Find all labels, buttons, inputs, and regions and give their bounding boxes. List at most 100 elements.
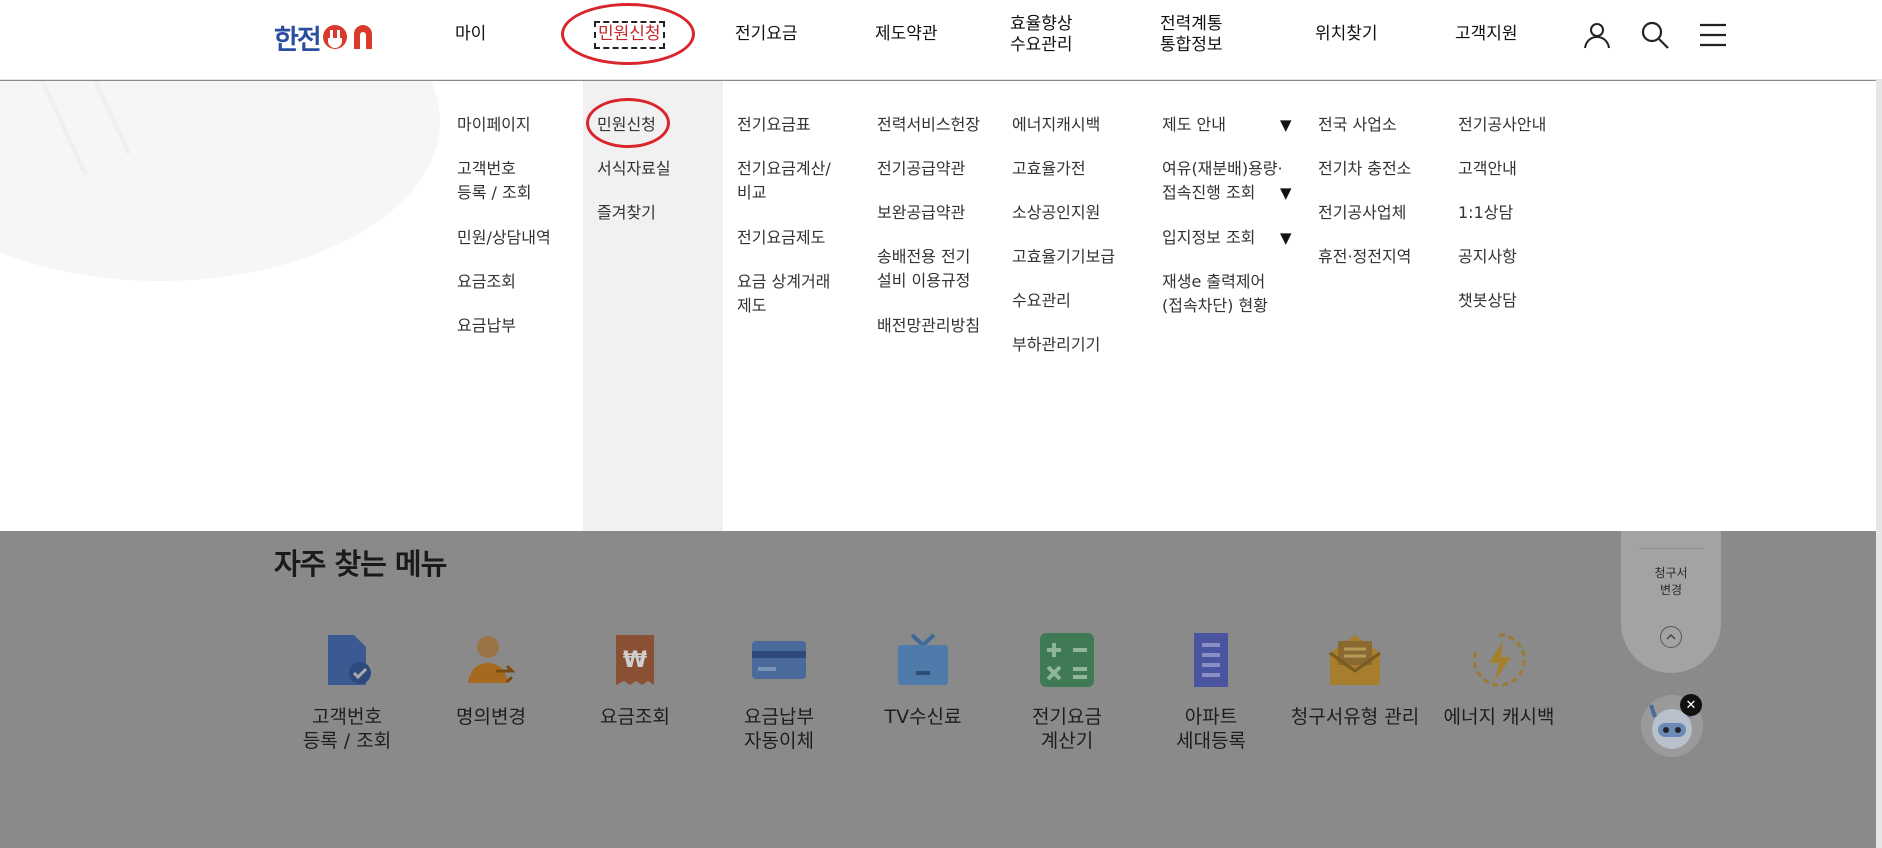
quick-item-label: TV수신료	[884, 706, 962, 728]
quick-item-label: 청구서유형 관리	[1290, 706, 1420, 728]
energy-bolt-icon	[1472, 633, 1526, 687]
expand-arrow-icon[interactable]: ▼	[1280, 229, 1292, 247]
quick-item-label: 고객번호 등록 / 조회	[302, 706, 392, 752]
quick-item-label: 요금납부 자동이체	[744, 706, 814, 752]
menu-efficient-appliances[interactable]: 고효율가전	[1012, 157, 1086, 181]
nav-efficiency-label: 효율향상 수요관리	[1010, 13, 1073, 55]
menu-transmission-rules[interactable]: 송배전용 전기 설비 이용규정	[877, 245, 970, 293]
nav-terms-label: 제도약관	[875, 24, 938, 45]
nav-civil-request[interactable]: 민원신청	[594, 0, 665, 70]
quick-item-bill-inquiry[interactable]: ₩ 요금조회	[565, 631, 705, 729]
quick-item-energy-cashback[interactable]: 에너지 캐시백	[1429, 631, 1569, 729]
menu-load-devices[interactable]: 부하관리기기	[1012, 333, 1100, 357]
nav-electric-rate[interactable]: 전기요금	[735, 0, 798, 70]
user-icon[interactable]	[1580, 18, 1614, 52]
menu-efficient-devices[interactable]: 고효율기기보급	[1012, 245, 1115, 269]
credit-card-icon	[752, 641, 806, 679]
hamburger-menu-icon[interactable]	[1696, 18, 1730, 52]
menu-rate-table[interactable]: 전기요금표	[737, 113, 811, 137]
menu-small-business[interactable]: 소상공인지원	[1012, 201, 1100, 225]
menu-offices[interactable]: 전국 사업소	[1318, 113, 1397, 137]
quick-item-label: 에너지 캐시백	[1443, 706, 1555, 728]
menu-forms-library[interactable]: 서식자료실	[597, 157, 671, 181]
menu-rate-system[interactable]: 전기요금제도	[737, 226, 825, 250]
menu-curtailment-status[interactable]: 재생e 출력제어 (접속차단) 현황	[1162, 270, 1268, 318]
menu-energy-cashback[interactable]: 에너지캐시백	[1012, 113, 1100, 137]
quick-item-auto-payment[interactable]: 요금납부 자동이체	[709, 631, 849, 753]
nav-terms[interactable]: 제도약관	[875, 0, 938, 70]
quick-item-customer-number[interactable]: 고객번호 등록 / 조회	[277, 631, 417, 753]
logo-text-ko: 한전	[274, 24, 322, 56]
quick-item-label: 아파트 세대등록	[1176, 706, 1246, 752]
quick-menu-title: 자주 찾는 메뉴	[274, 547, 447, 581]
kepco-on-logo[interactable]: 한전	[274, 21, 402, 56]
mega-menu-panel: 마이페이지 고객번호 등록 / 조회 민원/상담내역 요금조회 요금납부 민원신…	[0, 81, 1876, 531]
nav-my[interactable]: 마이	[455, 0, 486, 70]
menu-one-on-one[interactable]: 1:1상담	[1458, 201, 1513, 225]
svg-text:₩: ₩	[623, 648, 647, 673]
logo-on-icon	[322, 25, 372, 49]
expand-arrow-icon[interactable]: ▼	[1280, 116, 1292, 134]
menu-customer-number[interactable]: 고객번호 등록 / 조회	[457, 157, 531, 205]
close-icon[interactable]: ✕	[1680, 694, 1702, 716]
menu-favorites[interactable]: 즐겨찾기	[597, 201, 656, 225]
apartment-icon	[1194, 633, 1228, 687]
nav-location-label: 위치찾기	[1315, 24, 1378, 45]
page-scrollbar[interactable]	[1876, 0, 1882, 848]
quick-item-label: 전기요금 계산기	[1032, 706, 1102, 752]
menu-distribution-policy[interactable]: 배전망관리방침	[877, 314, 980, 338]
nav-customer-support[interactable]: 고객지원	[1455, 0, 1518, 70]
menu-site-info[interactable]: 입지정보 조회	[1162, 226, 1255, 250]
document-check-icon	[328, 635, 371, 685]
tv-icon	[898, 633, 948, 685]
expand-arrow-icon[interactable]: ▼	[1280, 184, 1292, 202]
menu-customer-guide[interactable]: 고객안내	[1458, 157, 1517, 181]
active-column-background	[583, 81, 723, 531]
top-header: 한전 마이 민원신청 전기요금 제도약관 효율향상 수요관리 전력계통 통합정보…	[0, 0, 1882, 80]
menu-outage-areas[interactable]: 휴전·정전지역	[1318, 245, 1411, 269]
nav-efficiency[interactable]: 효율향상 수요관리	[1010, 0, 1073, 70]
menu-construction-guide[interactable]: 전기공사안내	[1458, 113, 1546, 137]
menu-chatbot[interactable]: 챗봇상담	[1458, 289, 1517, 313]
nav-my-label: 마이	[455, 24, 487, 45]
menu-notices[interactable]: 공지사항	[1458, 245, 1517, 269]
quick-item-label: 명의변경	[456, 706, 526, 728]
menu-demand-management[interactable]: 수요관리	[1012, 289, 1071, 313]
menu-bill-inquiry[interactable]: 요금조회	[457, 270, 516, 294]
nav-customer-support-label: 고객지원	[1455, 24, 1518, 45]
menu-service-charter[interactable]: 전력서비스헌장	[877, 113, 980, 137]
scroll-top-icon[interactable]	[1660, 626, 1682, 648]
bill-change-button[interactable]: 청구서 변경	[1621, 565, 1721, 599]
menu-system-guide[interactable]: 제도 안내	[1162, 113, 1226, 137]
quick-item-name-change[interactable]: 명의변경	[421, 631, 561, 729]
menu-civil-history[interactable]: 민원/상담내역	[457, 226, 551, 250]
nav-location[interactable]: 위치찾기	[1315, 0, 1378, 70]
menu-supply-terms[interactable]: 전기공급약관	[877, 157, 965, 181]
person-transfer-icon	[468, 636, 516, 684]
menu-supplementary-terms[interactable]: 보완공급약관	[877, 201, 965, 225]
nav-electric-rate-label: 전기요금	[735, 24, 798, 45]
calculator-icon	[1040, 633, 1094, 687]
quick-item-rate-calculator[interactable]: 전기요금 계산기	[997, 631, 1137, 753]
menu-contractors[interactable]: 전기공사업체	[1318, 201, 1406, 225]
quick-item-label: 요금조회	[600, 706, 670, 728]
menu-rate-calc[interactable]: 전기요금계산/ 비교	[737, 157, 831, 205]
quick-item-tv-fee[interactable]: TV수신료	[853, 631, 993, 729]
menu-net-metering[interactable]: 요금 상계거래 제도	[737, 270, 830, 318]
quick-item-apartment[interactable]: 아파트 세대등록	[1141, 631, 1281, 753]
menu-civil-request[interactable]: 민원신청	[597, 113, 656, 137]
menu-ev-chargers[interactable]: 전기차 충전소	[1318, 157, 1411, 181]
nav-civil-request-label: 민원신청	[594, 21, 665, 49]
search-icon[interactable]	[1638, 18, 1672, 52]
quick-menu-section: 자주 찾는 메뉴 고객번호 등록 / 조회 명의변경 ₩ 요금조회 요금납부 자…	[0, 531, 1876, 848]
nav-grid-info[interactable]: 전력계통 통합정보	[1160, 0, 1223, 70]
menu-bill-payment[interactable]: 요금납부	[457, 314, 516, 338]
divider	[1639, 548, 1703, 549]
menu-mypage[interactable]: 마이페이지	[457, 113, 531, 137]
receipt-won-icon: ₩	[616, 635, 654, 685]
floating-quick-panel: 청구서 변경	[1621, 531, 1721, 673]
nav-grid-info-label: 전력계통 통합정보	[1160, 13, 1223, 55]
mail-icon	[1329, 635, 1381, 685]
menu-capacity-inquiry[interactable]: 여유(재분배)용량· 접속진행 조회	[1162, 157, 1283, 205]
quick-item-bill-type[interactable]: 청구서유형 관리	[1285, 631, 1425, 729]
